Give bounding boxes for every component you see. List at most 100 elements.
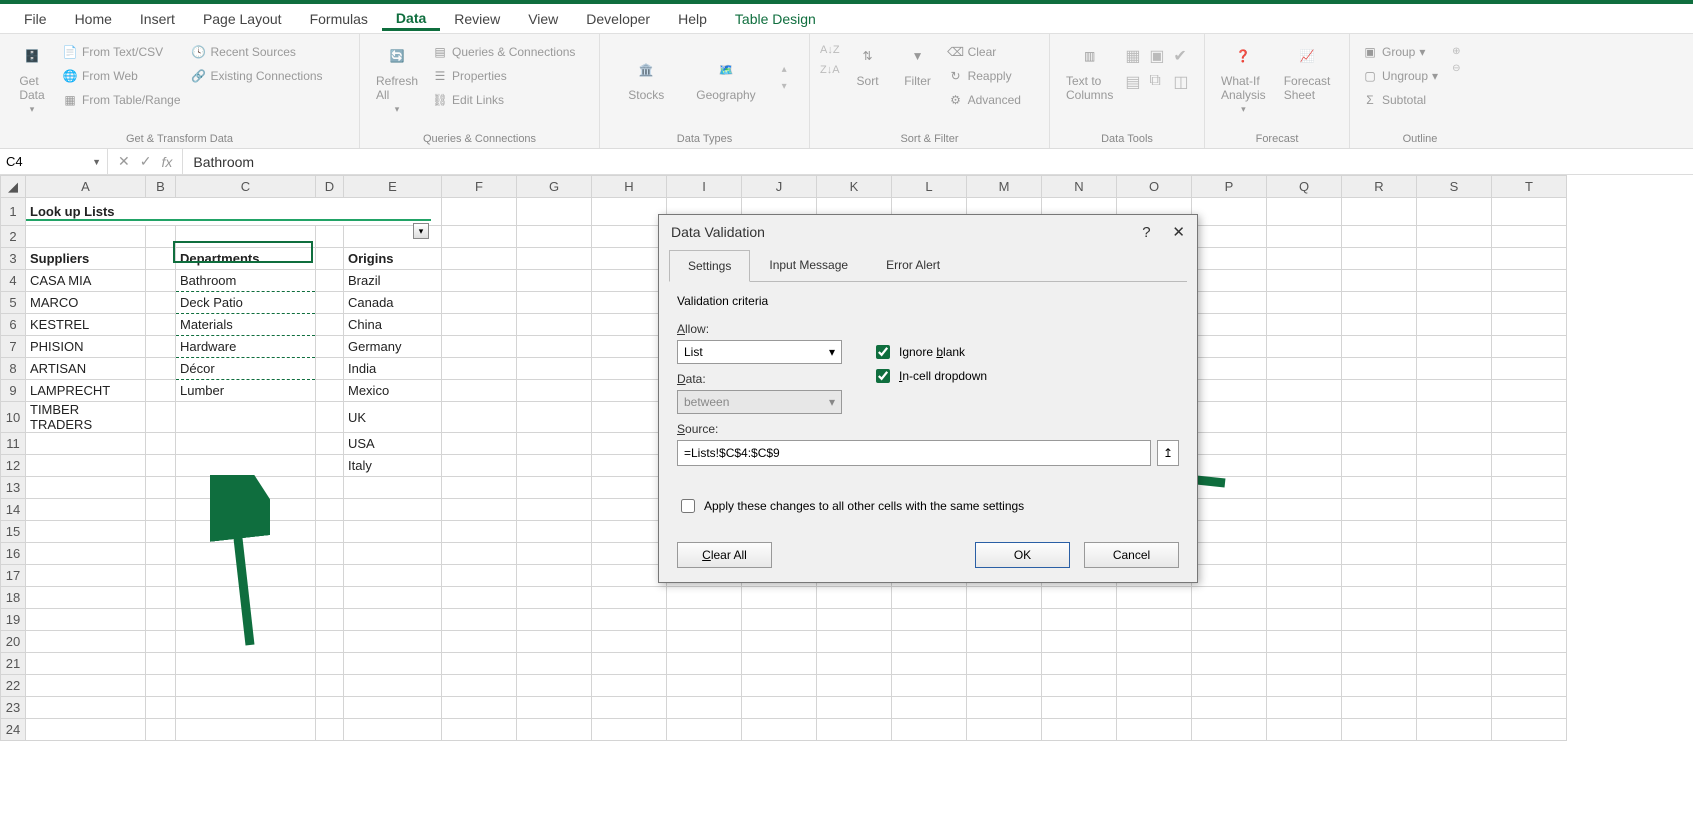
cell-L21[interactable]: [892, 653, 967, 675]
what-if-button[interactable]: ❓What-If Analysis▾: [1215, 38, 1272, 118]
cell-R2[interactable]: [1342, 226, 1417, 248]
row-header-11[interactable]: 11: [1, 433, 26, 455]
cell-G20[interactable]: [517, 631, 592, 653]
cell-P6[interactable]: [1192, 314, 1267, 336]
cell-L18[interactable]: [892, 587, 967, 609]
cell-H22[interactable]: [592, 675, 667, 697]
cell-P16[interactable]: [1192, 543, 1267, 565]
cell-Q14[interactable]: [1267, 499, 1342, 521]
cell-C22[interactable]: [176, 675, 316, 697]
stocks-button[interactable]: 🏛️Stocks: [622, 52, 670, 104]
cell-E22[interactable]: [344, 675, 442, 697]
cell-A16[interactable]: [26, 543, 146, 565]
cell-H20[interactable]: [592, 631, 667, 653]
cell-J22[interactable]: [742, 675, 817, 697]
cell-J20[interactable]: [742, 631, 817, 653]
cell-E11[interactable]: USA: [344, 433, 442, 455]
cell-B8[interactable]: [146, 358, 176, 380]
cell-G23[interactable]: [517, 697, 592, 719]
cell-D24[interactable]: [316, 719, 344, 741]
cell-H14[interactable]: [592, 499, 667, 521]
cancel-button[interactable]: Cancel: [1084, 542, 1179, 568]
cell-H4[interactable]: [592, 270, 667, 292]
cell-I19[interactable]: [667, 609, 742, 631]
cell-H24[interactable]: [592, 719, 667, 741]
row-header-14[interactable]: 14: [1, 499, 26, 521]
col-header-T[interactable]: T: [1492, 176, 1567, 198]
cell-R18[interactable]: [1342, 587, 1417, 609]
forecast-sheet-button[interactable]: 📈Forecast Sheet: [1278, 38, 1337, 104]
cell-A10[interactable]: TIMBER TRADERS: [26, 402, 146, 433]
cell-E10[interactable]: UK: [344, 402, 442, 433]
cell-E14[interactable]: [344, 499, 442, 521]
cell-R1[interactable]: [1342, 198, 1417, 226]
cell-G16[interactable]: [517, 543, 592, 565]
row-header-10[interactable]: 10: [1, 402, 26, 433]
cell-H18[interactable]: [592, 587, 667, 609]
cell-F24[interactable]: [442, 719, 517, 741]
datatype-prev-icon[interactable]: ▴: [782, 64, 787, 75]
cell-B24[interactable]: [146, 719, 176, 741]
cell-R10[interactable]: [1342, 402, 1417, 433]
cell-B3[interactable]: [146, 248, 176, 270]
cell-S23[interactable]: [1417, 697, 1492, 719]
cell-R20[interactable]: [1342, 631, 1417, 653]
cell-T23[interactable]: [1492, 697, 1567, 719]
sort-button[interactable]: ⇅Sort: [846, 38, 890, 90]
cell-R22[interactable]: [1342, 675, 1417, 697]
cell-F3[interactable]: [442, 248, 517, 270]
cell-Q13[interactable]: [1267, 477, 1342, 499]
cell-Q20[interactable]: [1267, 631, 1342, 653]
cell-Q8[interactable]: [1267, 358, 1342, 380]
cell-B18[interactable]: [146, 587, 176, 609]
cell-T22[interactable]: [1492, 675, 1567, 697]
cell-P9[interactable]: [1192, 380, 1267, 402]
row-header-8[interactable]: 8: [1, 358, 26, 380]
row-header-24[interactable]: 24: [1, 719, 26, 741]
cell-S21[interactable]: [1417, 653, 1492, 675]
cell-S18[interactable]: [1417, 587, 1492, 609]
cell-A20[interactable]: [26, 631, 146, 653]
cell-S11[interactable]: [1417, 433, 1492, 455]
cell-R13[interactable]: [1342, 477, 1417, 499]
cell-C3[interactable]: Departments: [176, 248, 316, 270]
col-header-I[interactable]: I: [667, 176, 742, 198]
ignore-blank-checkbox[interactable]: Ignore blank: [872, 342, 987, 362]
cell-H6[interactable]: [592, 314, 667, 336]
cell-S17[interactable]: [1417, 565, 1492, 587]
range-picker-button[interactable]: ↥: [1157, 440, 1179, 466]
cell-J18[interactable]: [742, 587, 817, 609]
cell-B16[interactable]: [146, 543, 176, 565]
collapse-icon[interactable]: ⊖: [1452, 63, 1460, 74]
cell-T4[interactable]: [1492, 270, 1567, 292]
cell-K21[interactable]: [817, 653, 892, 675]
cell-K19[interactable]: [817, 609, 892, 631]
cell-C17[interactable]: [176, 565, 316, 587]
cell-D16[interactable]: [316, 543, 344, 565]
cell-D22[interactable]: [316, 675, 344, 697]
cell-O24[interactable]: [1117, 719, 1192, 741]
cell-L24[interactable]: [892, 719, 967, 741]
cell-M23[interactable]: [967, 697, 1042, 719]
cell-F11[interactable]: [442, 433, 517, 455]
cell-D4[interactable]: [316, 270, 344, 292]
cell-R6[interactable]: [1342, 314, 1417, 336]
apply-changes-checkbox[interactable]: Apply these changes to all other cells w…: [677, 496, 1179, 516]
cell-G3[interactable]: [517, 248, 592, 270]
cell-J24[interactable]: [742, 719, 817, 741]
col-header-J[interactable]: J: [742, 176, 817, 198]
cell-N22[interactable]: [1042, 675, 1117, 697]
cell-E4[interactable]: Brazil: [344, 270, 442, 292]
cell-R5[interactable]: [1342, 292, 1417, 314]
cell-C24[interactable]: [176, 719, 316, 741]
cell-F2[interactable]: [442, 226, 517, 248]
cell-F15[interactable]: [442, 521, 517, 543]
cell-T13[interactable]: [1492, 477, 1567, 499]
cell-Q21[interactable]: [1267, 653, 1342, 675]
cell-C15[interactable]: [176, 521, 316, 543]
cell-M19[interactable]: [967, 609, 1042, 631]
cell-P1[interactable]: [1192, 198, 1267, 226]
cell-P5[interactable]: [1192, 292, 1267, 314]
row-header-3[interactable]: 3: [1, 248, 26, 270]
cell-C13[interactable]: [176, 477, 316, 499]
